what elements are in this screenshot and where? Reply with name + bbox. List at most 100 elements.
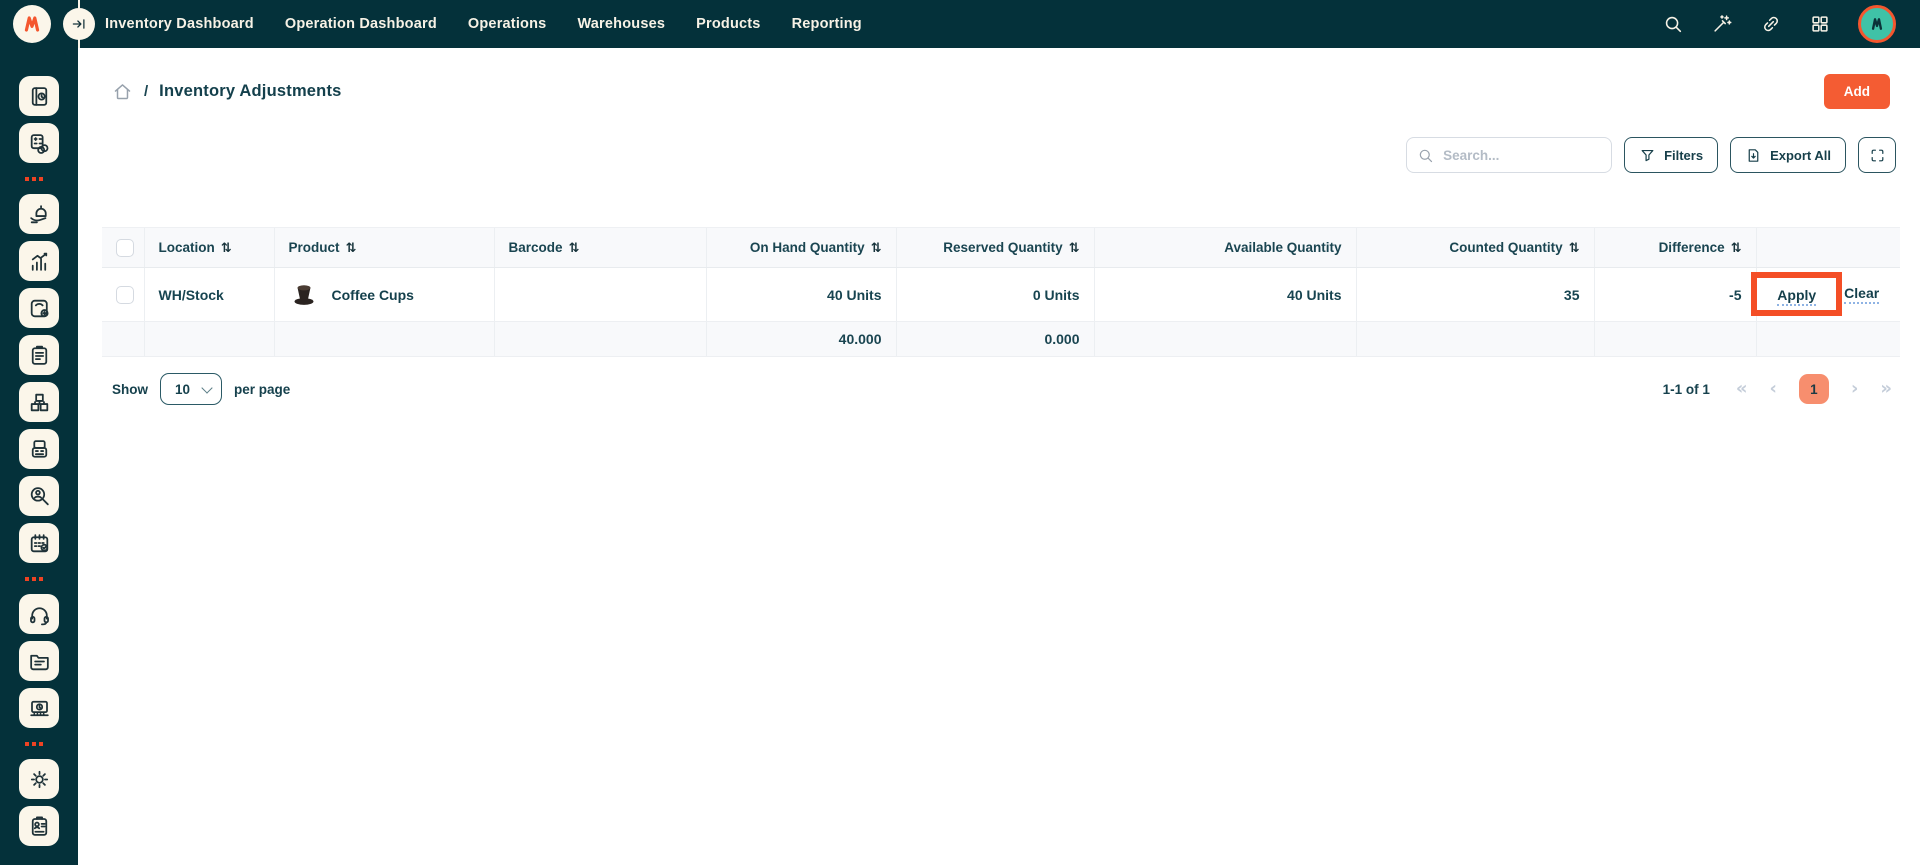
fullscreen-button[interactable] [1858,137,1896,173]
avatar-mark-icon [1866,13,1888,35]
product-name[interactable]: Coffee Cups [332,287,414,303]
logo-mark-icon [19,11,45,37]
app-logo[interactable] [13,5,51,43]
pagination-controls: 1-1 of 1 « ‹ 1 › » [1663,374,1892,404]
sidebar-separator [25,577,43,581]
cell-product: Coffee Cups [289,282,480,308]
cell-difference: -5 [1594,268,1756,322]
show-label: Show [112,382,148,397]
sidebar-item-settings-gear[interactable] [19,759,59,799]
main-content: / Inventory Adjustments Add Filters Expo… [78,48,1920,865]
table-toolbar: Filters Export All [78,109,1920,173]
cell-on-hand: 40 Units [706,268,896,322]
sort-icon[interactable]: ⇅ [871,241,882,256]
filters-label: Filters [1664,148,1703,163]
sort-icon[interactable]: ⇅ [1569,241,1580,256]
row-checkbox[interactable] [116,286,134,304]
select-all-checkbox[interactable] [116,239,134,257]
search-icon[interactable] [1662,13,1684,35]
add-button[interactable]: Add [1824,74,1890,109]
sidebar-item-growth-bar-chart[interactable] [19,241,59,281]
sidebar-item-support-headset[interactable] [19,594,59,634]
clear-button[interactable]: Clear [1844,285,1879,304]
sidebar-item-documents-folder[interactable] [19,641,59,681]
column-header-difference[interactable]: Difference⇅ [1594,228,1756,268]
first-page-button[interactable]: « [1736,380,1748,398]
pagination-bar: Show 10 per page 1-1 of 1 « ‹ 1 › » [78,357,1920,405]
sidebar-item-candidate-search[interactable] [19,476,59,516]
left-app-sidebar [0,48,78,865]
row-actions: Apply Clear [1771,285,1887,304]
current-page-button[interactable]: 1 [1799,374,1829,404]
nav-inventory-dashboard[interactable]: Inventory Dashboard [105,16,254,32]
table-header-row: Location⇅ Product⇅ Barcode⇅ On Hand Quan… [102,228,1900,268]
funnel-icon [1639,147,1656,164]
column-header-product[interactable]: Product⇅ [274,228,494,268]
nav-operations[interactable]: Operations [468,16,547,32]
nav-operation-dashboard[interactable]: Operation Dashboard [285,16,437,32]
column-header-reserved[interactable]: Reserved Quantity⇅ [896,228,1094,268]
column-header-counted[interactable]: Counted Quantity⇅ [1356,228,1594,268]
next-page-button[interactable]: › [1851,380,1858,398]
export-all-button[interactable]: Export All [1730,137,1846,173]
sidebar-item-clipboard-notes[interactable] [19,335,59,375]
cell-barcode [494,268,706,322]
magic-wand-icon[interactable] [1711,13,1733,35]
sidebar-item-employee-card[interactable] [19,806,59,846]
export-file-icon [1745,147,1762,164]
summary-reserved-total: 0.000 [896,322,1094,357]
breadcrumb-separator: / [144,83,148,100]
nav-reporting[interactable]: Reporting [792,16,862,32]
sort-icon[interactable]: ⇅ [221,241,232,256]
cell-reserved: 0 Units [896,268,1094,322]
sort-icon[interactable]: ⇅ [346,241,357,256]
page-size-value: 10 [175,382,190,397]
sidebar-item-billing-screen[interactable] [19,688,59,728]
column-header-barcode[interactable]: Barcode⇅ [494,228,706,268]
chevron-down-icon [201,382,212,393]
search-box[interactable] [1406,137,1612,173]
sidebar-item-calculator-coins[interactable] [19,123,59,163]
sidebar-item-planner-journal[interactable] [19,76,59,116]
product-thumbnail-coffee-cup [289,282,319,308]
page-title: Inventory Adjustments [159,82,341,101]
apps-grid-icon[interactable] [1809,13,1831,35]
fullscreen-icon [1869,147,1886,164]
search-input[interactable] [1443,148,1601,163]
column-header-on-hand[interactable]: On Hand Quantity⇅ [706,228,896,268]
page-size-select[interactable]: 10 [160,373,222,405]
previous-page-button[interactable]: ‹ [1770,380,1777,398]
table-row: WH/Stock Coffee Cups [102,268,1900,322]
per-page-label: per page [234,382,290,397]
apply-button[interactable]: Apply [1777,287,1816,306]
link-icon[interactable] [1760,13,1782,35]
sidebar-collapse-toggle[interactable] [63,8,95,40]
sidebar-item-calendar-check[interactable] [19,523,59,563]
sort-icon[interactable]: ⇅ [569,241,580,256]
breadcrumb: / Inventory Adjustments Add [78,48,1920,109]
nav-products[interactable]: Products [696,16,760,32]
table-summary-row: 40.000 0.000 [102,322,1900,357]
cell-location: WH/Stock [144,268,274,322]
home-icon[interactable] [112,81,133,102]
main-menu: Inventory Dashboard Operation Dashboard … [105,16,862,32]
summary-on-hand-total: 40.000 [706,322,896,357]
sidebar-item-pos-terminal[interactable] [19,429,59,469]
cell-available: 40 Units [1094,268,1356,322]
sidebar-item-scale-measure[interactable] [19,288,59,328]
top-navigation-bar: Inventory Dashboard Operation Dashboard … [0,0,1920,48]
filters-button[interactable]: Filters [1624,137,1718,173]
nav-warehouses[interactable]: Warehouses [577,16,665,32]
column-header-actions [1756,228,1900,268]
sidebar-item-service-hand-bell[interactable] [19,194,59,234]
inventory-adjustments-table: Location⇅ Product⇅ Barcode⇅ On Hand Quan… [102,227,1900,357]
column-header-location[interactable]: Location⇅ [144,228,274,268]
export-all-label: Export All [1770,148,1831,163]
sort-icon[interactable]: ⇅ [1731,241,1742,256]
user-avatar[interactable] [1858,5,1896,43]
sidebar-separator [25,742,43,746]
sort-icon[interactable]: ⇅ [1069,241,1080,256]
column-header-available: Available Quantity [1094,228,1356,268]
last-page-button[interactable]: » [1880,380,1892,398]
sidebar-item-packages-boxes[interactable] [19,382,59,422]
